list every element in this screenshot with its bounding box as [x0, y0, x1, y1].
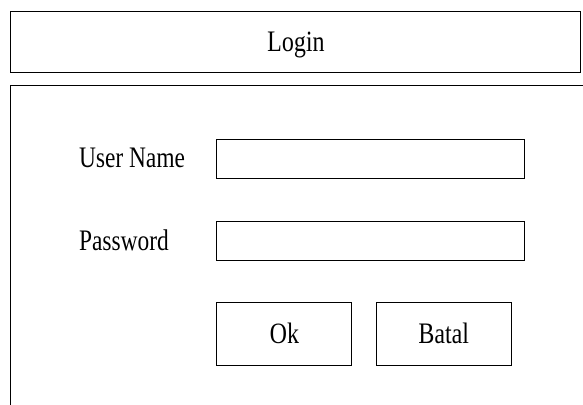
page-title: Login	[266, 25, 325, 58]
ok-button-label: Ok	[269, 317, 299, 350]
password-label: Password	[79, 224, 169, 257]
cancel-button-label: Batal	[418, 317, 470, 350]
username-input[interactable]	[216, 139, 525, 179]
ok-button[interactable]: Ok	[216, 302, 352, 366]
username-label: User Name	[79, 141, 185, 174]
title-bar: Login	[10, 11, 581, 73]
cancel-button[interactable]: Batal	[376, 302, 512, 366]
password-input[interactable]	[216, 221, 525, 261]
